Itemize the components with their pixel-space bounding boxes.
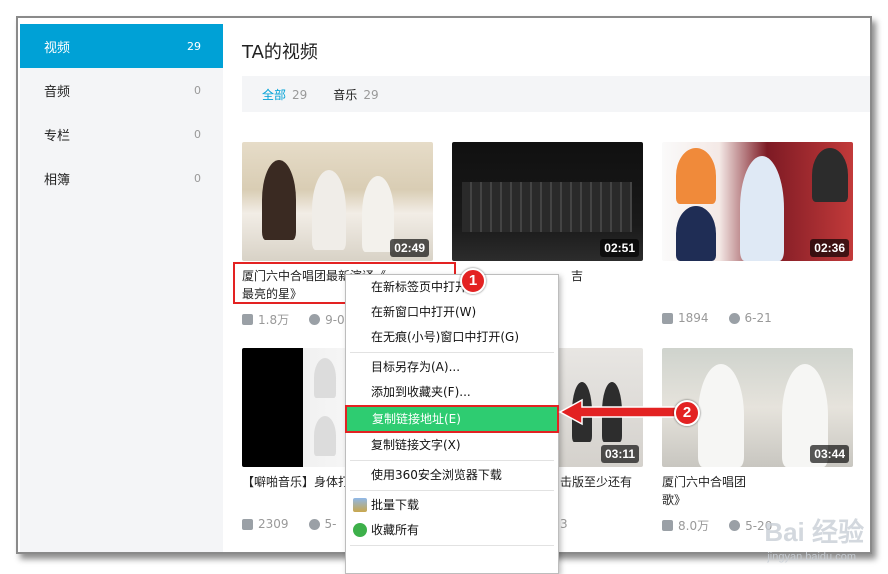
favorite-all-icon bbox=[353, 523, 367, 537]
video-thumbnail[interactable]: 02:51 bbox=[452, 142, 643, 261]
video-card[interactable]: 03:44 厦门六中合唱团 歌》 8.0万 5-20 bbox=[662, 348, 853, 534]
baidu-watermark: Bai 经验 bbox=[764, 517, 864, 547]
filter-count: 29 bbox=[363, 87, 379, 102]
upload-date: 5- bbox=[324, 517, 337, 531]
clock-icon bbox=[309, 314, 321, 325]
video-thumbnail[interactable]: 02:49 bbox=[242, 142, 433, 261]
filter-all[interactable]: 全部 29 bbox=[262, 86, 307, 103]
menu-item-add-to-favorites[interactable]: 添加到收藏夹(F)... bbox=[346, 380, 558, 405]
menu-item-copy-link-address[interactable]: 复制链接地址(E) bbox=[345, 405, 559, 433]
video-title-line: 歌》 bbox=[662, 493, 687, 507]
menu-item-open-new-tab[interactable]: 在新标签页中打开 bbox=[346, 275, 558, 300]
menu-item-download-with-360[interactable]: 使用360安全浏览器下载 bbox=[346, 463, 558, 488]
filter-label: 音乐 bbox=[333, 87, 358, 102]
menu-item-save-target-as[interactable]: 目标另存为(A)... bbox=[346, 355, 558, 380]
play-count-icon bbox=[242, 518, 253, 530]
video-card[interactable]: 02:36 1894 6-21 bbox=[662, 142, 853, 325]
menu-item-copy-link-text[interactable]: 复制链接文字(X) bbox=[346, 433, 558, 458]
upload-date: 6-21 bbox=[744, 311, 772, 325]
menu-item-label: 批量下载 bbox=[371, 498, 420, 512]
view-count: 2309 bbox=[258, 517, 289, 531]
video-title[interactable] bbox=[662, 267, 853, 303]
filter-count: 29 bbox=[292, 87, 308, 102]
menu-separator bbox=[350, 460, 554, 461]
video-title-line: 厦门六中合唱团 bbox=[662, 475, 747, 489]
sidebar-item-audio[interactable]: 音频 0 bbox=[20, 68, 223, 112]
video-meta: 1894 6-21 bbox=[662, 311, 853, 325]
sidebar-item-label: 音频 bbox=[44, 84, 71, 100]
menu-separator bbox=[350, 490, 554, 491]
view-count: 1.8万 bbox=[258, 313, 290, 327]
menu-item-open-incognito[interactable]: 在无痕(小号)窗口中打开(G) bbox=[346, 325, 558, 350]
upload-date: 3 bbox=[560, 517, 568, 531]
sidebar-item-label: 相簿 bbox=[44, 172, 71, 188]
menu-item-favorite-all[interactable]: 收藏所有 bbox=[346, 518, 558, 543]
sidebar: 视频 29 音频 0 专栏 0 相簿 0 bbox=[20, 24, 223, 552]
annotation-badge-1: 1 bbox=[460, 268, 486, 294]
menu-item-batch-download[interactable]: 批量下载 bbox=[346, 493, 558, 518]
filter-bar: 全部 29 音乐 29 bbox=[242, 76, 870, 112]
sidebar-item-label: 专栏 bbox=[44, 128, 71, 144]
play-count-icon bbox=[242, 314, 253, 325]
menu-separator bbox=[350, 352, 554, 353]
video-title[interactable]: 厦门六中合唱团 歌》 bbox=[662, 473, 853, 509]
menu-item-open-new-window[interactable]: 在新窗口中打开(W) bbox=[346, 300, 558, 325]
duration-badge: 03:11 bbox=[600, 445, 639, 463]
clock-icon bbox=[729, 520, 741, 531]
page-title: TA的视频 bbox=[242, 42, 318, 63]
duration-badge: 02:49 bbox=[390, 239, 429, 257]
sidebar-item-label: 视频 bbox=[44, 40, 71, 56]
menu-item-label: 收藏所有 bbox=[371, 523, 420, 537]
baidu-watermark-url: jingyan.baidu.com bbox=[767, 551, 856, 563]
duration-badge: 02:36 bbox=[810, 239, 849, 257]
duration-badge: 02:51 bbox=[600, 239, 639, 257]
sidebar-item-count: 0 bbox=[194, 83, 201, 97]
view-count: 8.0万 bbox=[678, 519, 710, 533]
context-menu: 在新标签页中打开 在新窗口中打开(W) 在无痕(小号)窗口中打开(G) 目标另存… bbox=[345, 274, 559, 574]
video-thumbnail[interactable]: 02:36 bbox=[662, 142, 853, 261]
batch-download-icon bbox=[353, 498, 367, 512]
sidebar-item-count: 0 bbox=[194, 171, 201, 185]
annotation-badge-2: 2 bbox=[674, 400, 700, 426]
filter-music[interactable]: 音乐 29 bbox=[333, 86, 378, 103]
menu-separator bbox=[350, 545, 554, 546]
upload-date: 9-0 bbox=[325, 312, 345, 327]
sidebar-item-count: 0 bbox=[194, 127, 201, 141]
annotation-arrow bbox=[558, 398, 681, 426]
sidebar-item-count: 29 bbox=[187, 39, 201, 53]
video-title-line: 吉 bbox=[570, 269, 583, 283]
video-title-line: 击版至少还有 bbox=[560, 475, 633, 489]
sidebar-item-video[interactable]: 视频 29 bbox=[20, 24, 223, 68]
clock-icon bbox=[728, 312, 740, 324]
filter-label: 全部 bbox=[262, 87, 287, 102]
sidebar-item-column[interactable]: 专栏 0 bbox=[20, 112, 223, 156]
play-count-icon bbox=[662, 520, 673, 531]
play-count-icon bbox=[662, 312, 673, 324]
sidebar-item-album[interactable]: 相簿 0 bbox=[20, 156, 223, 200]
video-title-line: 【噼啪音乐】身体打 bbox=[242, 475, 351, 489]
duration-badge: 03:44 bbox=[810, 445, 849, 463]
clock-icon bbox=[308, 518, 320, 530]
view-count: 1894 bbox=[678, 311, 709, 325]
